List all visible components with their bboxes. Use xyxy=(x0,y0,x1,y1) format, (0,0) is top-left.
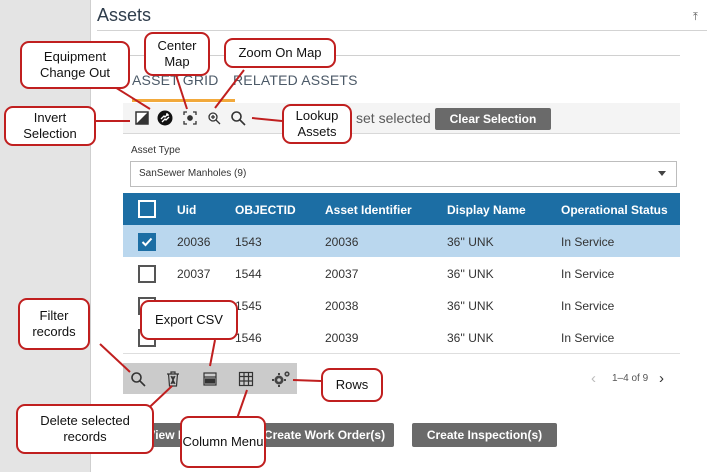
export-csv-callout: Export CSV xyxy=(140,300,238,340)
center-map-callout: Center Map xyxy=(144,32,210,76)
zoom-on-map-callout: Zoom On Map xyxy=(224,38,336,68)
filter-records-callout: Filter records xyxy=(18,298,90,350)
column-menu-callout: Column Menu xyxy=(180,416,266,468)
rows-callout: Rows xyxy=(321,368,383,402)
invert-selection-callout: Invert Selection xyxy=(4,106,96,146)
lookup-assets-callout: Lookup Assets xyxy=(282,104,352,144)
equipment-change-out-callout: Equipment Change Out xyxy=(20,41,130,89)
delete-selected-records-callout: Delete selected records xyxy=(16,404,154,454)
